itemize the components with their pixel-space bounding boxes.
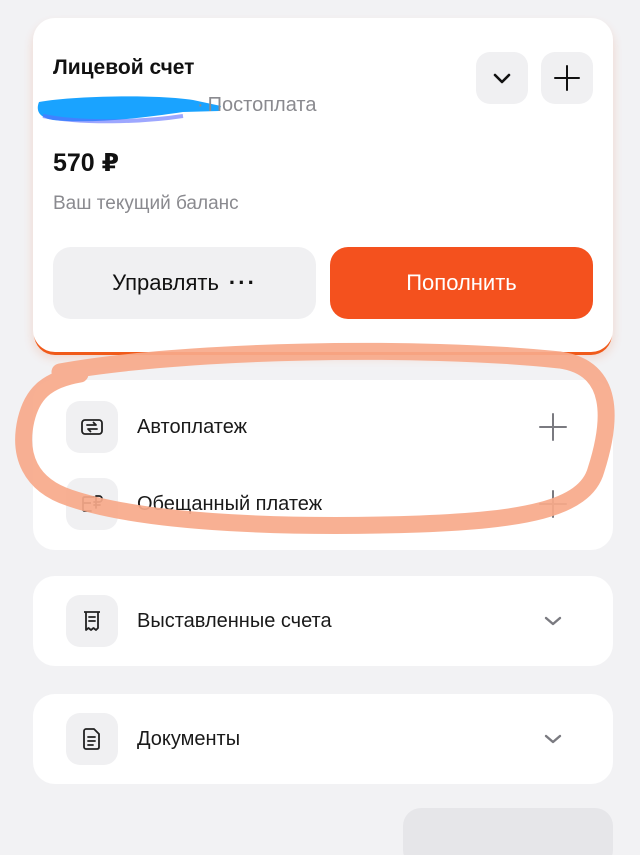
documents-card[interactable]: Документы — [33, 694, 613, 784]
invoices-card[interactable]: Выставленные счета — [33, 576, 613, 666]
chevron-down-icon — [544, 734, 562, 744]
plus-icon — [539, 490, 567, 518]
manage-button[interactable]: Управлять ··· — [53, 247, 316, 319]
documents-row[interactable]: Документы — [33, 704, 613, 774]
autopay-cycle-icon — [66, 401, 118, 453]
redacted-account-number — [37, 96, 221, 124]
invoices-row[interactable]: Выставленные счета — [33, 586, 613, 656]
add-promised-payment-button[interactable] — [533, 484, 573, 524]
manage-button-label: Управлять — [112, 270, 219, 295]
receipt-icon — [66, 595, 118, 647]
account-type-label: Постоплата — [207, 94, 317, 116]
plus-icon — [539, 413, 567, 441]
chevron-down-icon — [544, 616, 562, 626]
autopay-row[interactable]: Автоплатеж — [33, 392, 613, 462]
invoices-label: Выставленные счета — [137, 609, 332, 632]
chevron-down-icon — [493, 73, 511, 84]
promised-payment-row[interactable]: Обещанный платеж — [33, 469, 613, 539]
add-account-button[interactable] — [541, 52, 593, 104]
document-icon — [66, 713, 118, 765]
documents-label: Документы — [137, 727, 241, 750]
expand-documents-button[interactable] — [533, 719, 573, 759]
account-card: Лицевой счет · Постоплата 570 ₽ Ваш текущ… — [33, 18, 613, 352]
autopay-label: Автоплатеж — [137, 415, 247, 438]
account-subtitle: · Постоплата — [33, 92, 433, 124]
add-autopay-button[interactable] — [533, 407, 573, 447]
expand-accounts-button[interactable] — [476, 52, 528, 104]
expand-invoices-button[interactable] — [533, 601, 573, 641]
more-dots-icon: ··· — [228, 270, 257, 295]
bottom-partial-element — [403, 808, 613, 855]
promised-payment-icon — [66, 478, 118, 530]
balance-label: Ваш текущий баланс — [53, 193, 239, 214]
account-title: Лицевой счет — [53, 56, 195, 79]
topup-button[interactable]: Пополнить — [330, 247, 593, 319]
balance-value: 570 ₽ — [53, 149, 120, 177]
payments-card: Автоплатеж Обещанный платеж — [33, 380, 613, 550]
promised-payment-label: Обещанный платеж — [137, 492, 323, 515]
plus-icon — [554, 65, 580, 91]
account-type: · Постоплата — [197, 94, 317, 116]
